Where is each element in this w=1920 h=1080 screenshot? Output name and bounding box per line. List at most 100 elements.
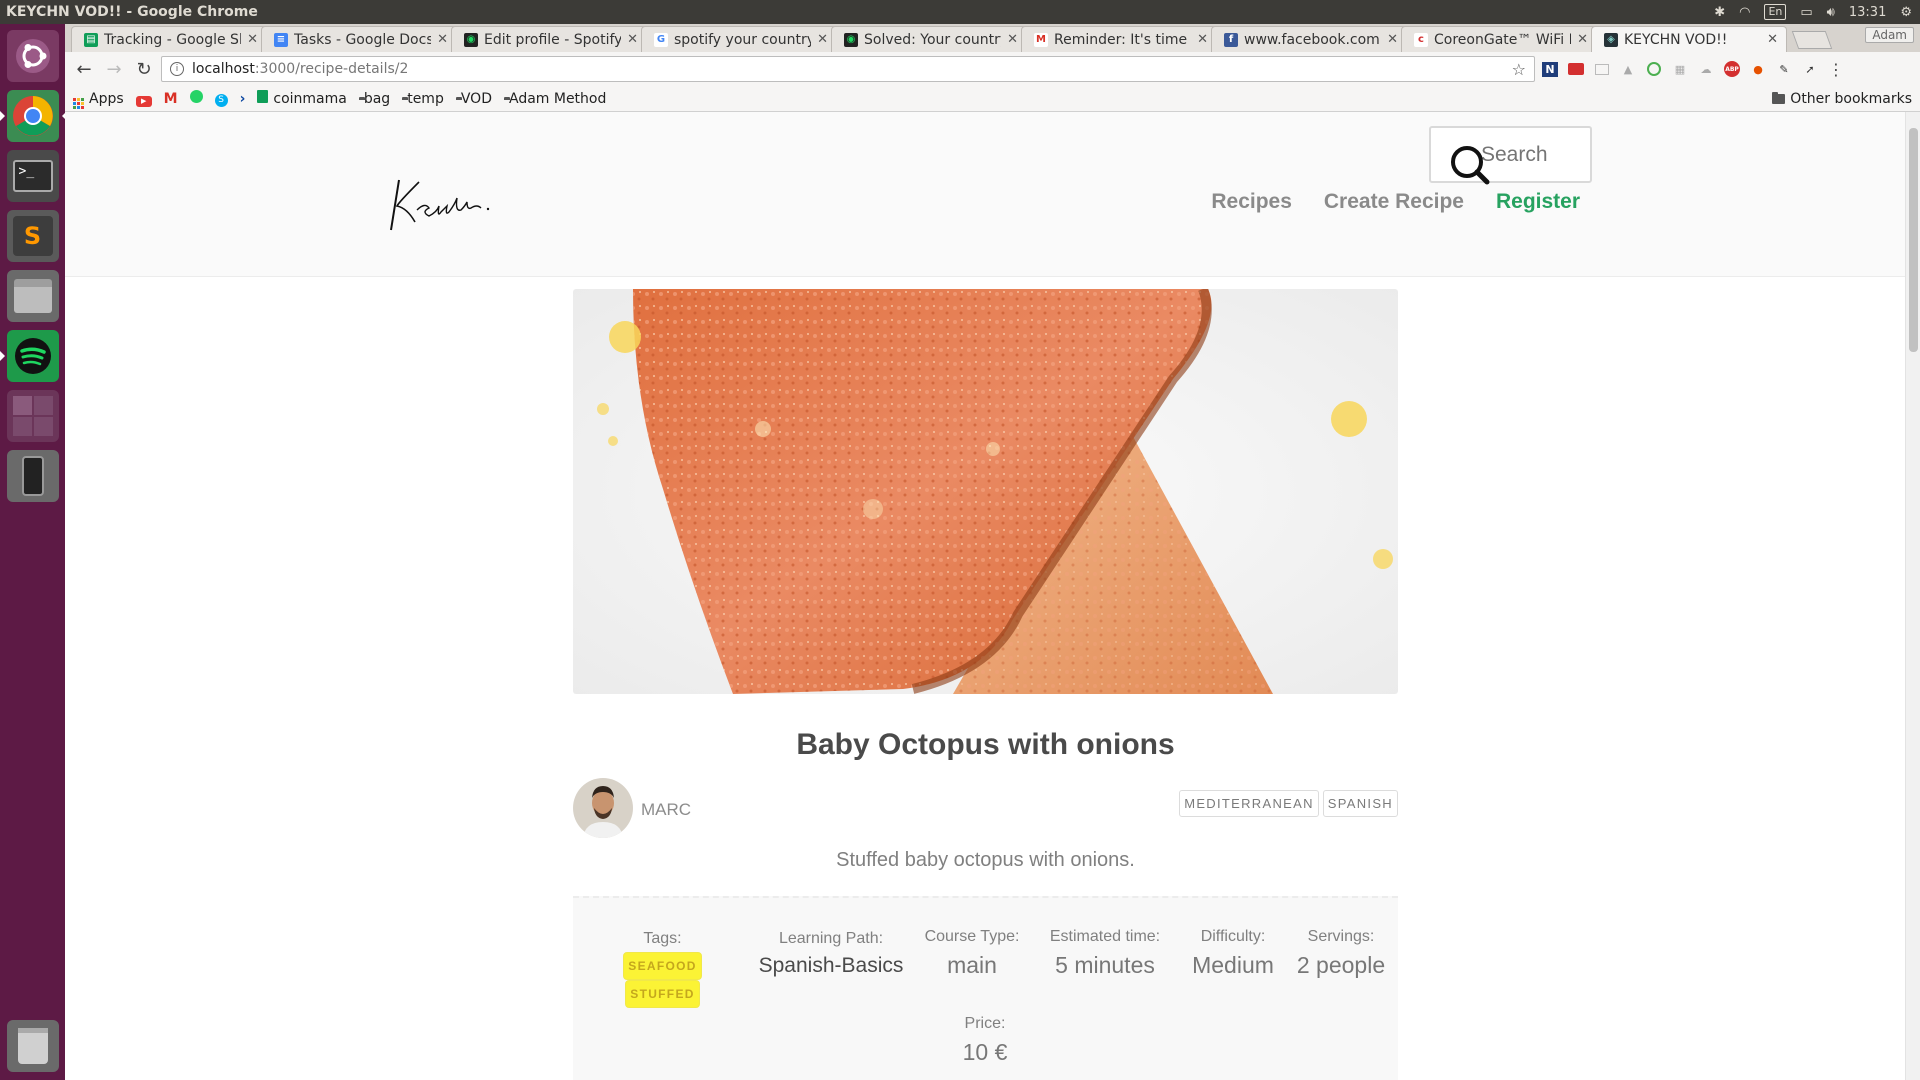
bookmark-label: Adam Method — [508, 90, 607, 107]
settings-gear-icon[interactable]: ⚙ — [1900, 5, 1912, 20]
bookmark-item[interactable]: bag — [359, 91, 390, 107]
browser-tab[interactable]: ≡ Tasks - Google Docs ✕ — [261, 26, 457, 52]
bookmark-star-icon[interactable]: ☆ — [1512, 60, 1526, 79]
bookmark-icon-item[interactable]: M — [164, 91, 178, 107]
extension-cast-icon[interactable] — [1591, 58, 1613, 80]
keychn-logo[interactable] — [385, 172, 495, 232]
bookmark-label: coinmama — [273, 90, 347, 107]
bookmark-item[interactable]: Adam Method — [504, 91, 606, 107]
browser-tab[interactable]: ◉ Edit profile - Spotify ✕ — [451, 26, 647, 52]
extension-green-circle-icon[interactable] — [1643, 58, 1665, 80]
browser-tab[interactable]: M Reminder: It's time t ✕ — [1021, 26, 1217, 52]
search-box[interactable] — [1429, 126, 1592, 186]
other-bookmarks[interactable]: Other bookmarks — [1772, 91, 1912, 107]
bookmarks-bar: Apps ▶ M S › coinmama bag temp VOD Adam Method Oth… — [65, 86, 1920, 112]
ubuntu-dash-icon[interactable] — [6, 30, 59, 82]
bluetooth-icon[interactable]: ✱ — [1714, 5, 1725, 20]
bookmark-item[interactable]: Apps — [73, 89, 124, 109]
back-arrow-icon[interactable]: ← — [71, 56, 97, 82]
nav-create-recipe-link[interactable]: Create Recipe — [1324, 190, 1464, 214]
tab-close-icon[interactable]: ✕ — [1197, 32, 1208, 47]
chrome-icon[interactable] — [0, 90, 67, 142]
bookmark-icon-item[interactable]: ▶ — [135, 91, 152, 107]
extension-pen-icon[interactable]: ✎ — [1773, 58, 1795, 80]
tab-close-icon[interactable]: ✕ — [1007, 32, 1018, 47]
tab-close-icon[interactable]: ✕ — [1577, 32, 1588, 47]
servings-value: 2 people — [1296, 952, 1386, 978]
browser-tab[interactable]: ◈ KEYCHN VOD!! ✕ — [1591, 26, 1787, 52]
phone-device-icon[interactable] — [6, 450, 59, 502]
nav-recipes-link[interactable]: Recipes — [1211, 190, 1292, 214]
extension-red-icon[interactable] — [1565, 58, 1587, 80]
bookmark-item[interactable]: VOD — [456, 91, 492, 107]
info-icon[interactable]: i — [170, 62, 184, 76]
volume-icon[interactable]: 🔊︎ — [1827, 5, 1835, 20]
battery-icon[interactable]: ▭ — [1800, 5, 1812, 20]
difficulty-label: Difficulty: — [1200, 928, 1266, 945]
facebook-icon: f — [1224, 32, 1238, 47]
author-name[interactable]: MARC — [641, 800, 691, 820]
search-icon[interactable] — [1449, 144, 1491, 186]
cuisine-badges: MEDITERRANEAN SPANISH — [1179, 790, 1398, 817]
new-tab-button[interactable] — [1791, 31, 1833, 49]
extension-tree-icon[interactable]: ▲ — [1617, 58, 1639, 80]
google-icon: G — [654, 32, 668, 47]
recipe-description: Stuffed baby octopus with onions. — [836, 849, 1135, 871]
folder-icon — [1772, 91, 1786, 104]
course-type-label: Course Type: — [924, 928, 1020, 945]
browser-window: ▤ Tracking - Google She ✕ ≡ Tasks - Google D… — [65, 24, 1920, 1080]
tab-title: KEYCHN VOD!! — [1624, 31, 1728, 48]
search-input[interactable] — [1481, 142, 1581, 167]
workspace-switcher-icon[interactable] — [6, 390, 59, 442]
clock[interactable]: 13:31 — [1849, 5, 1886, 20]
scrollbar-thumb[interactable] — [1909, 128, 1918, 352]
sublime-text-icon[interactable]: S — [6, 210, 59, 262]
tab-close-icon[interactable]: ✕ — [627, 32, 638, 47]
price-value: 10 € — [962, 1039, 1008, 1065]
extension-fox-icon[interactable]: ● — [1747, 58, 1769, 80]
recipe-info-panel: Tags: SEAFOODSTUFFED Learning Path: Span… — [573, 896, 1398, 1080]
tab-close-icon[interactable]: ✕ — [247, 32, 258, 47]
extension-rocket-icon[interactable]: ➚ — [1799, 58, 1821, 80]
bookmark-icon-item[interactable]: S — [214, 90, 228, 107]
trash-icon[interactable] — [6, 1020, 59, 1072]
browser-tab[interactable]: Gspotify your country ✕ — [641, 26, 837, 52]
bookmark-item[interactable]: temp — [402, 91, 444, 107]
extension-cloud-icon[interactable]: ☁ — [1695, 58, 1717, 80]
tab-close-icon[interactable]: ✕ — [437, 32, 448, 47]
reload-icon[interactable]: ↻ — [131, 56, 157, 82]
chrome-menu-icon[interactable]: ⋮ — [1825, 58, 1847, 80]
tag-chip[interactable]: SEAFOOD — [623, 952, 702, 980]
keychn-icon: ◈ — [1604, 32, 1618, 47]
adblock-icon[interactable]: ABP — [1721, 58, 1743, 80]
bookmark-icon-item[interactable]: › — [240, 91, 246, 107]
system-indicators: ✱ ◠ En ▭ 🔊︎ 13:31 ⚙ — [1714, 4, 1920, 20]
nav-register-link[interactable]: Register — [1496, 190, 1580, 214]
tab-close-icon[interactable]: ✕ — [1387, 32, 1398, 47]
browser-tab[interactable]: ▤ Tracking - Google She ✕ — [71, 26, 267, 52]
extension-grid-icon[interactable]: ▦ — [1669, 58, 1691, 80]
forward-arrow-icon[interactable]: → — [101, 56, 127, 82]
tab-title: Tasks - Google Docs — [294, 31, 432, 48]
browser-tab[interactable]: ◉ Solved: Your country ✕ — [831, 26, 1027, 52]
terminal-icon[interactable]: >_ — [6, 150, 59, 202]
author-avatar[interactable] — [573, 778, 633, 838]
tab-close-icon[interactable]: ✕ — [1767, 32, 1778, 47]
tag-chip[interactable]: STUFFED — [625, 980, 700, 1008]
browser-tab[interactable]: c CoreonGate™ WiFi L ✕ — [1401, 26, 1597, 52]
bookmark-item[interactable]: coinmama — [257, 90, 347, 107]
address-bar[interactable]: i localhost:3000/recipe-details/2 ☆ — [161, 56, 1535, 82]
bookmark-icon-item[interactable] — [189, 90, 203, 107]
files-icon[interactable] — [6, 270, 59, 322]
difficulty-value: Medium — [1192, 952, 1274, 978]
keyboard-layout-indicator[interactable]: En — [1764, 4, 1787, 20]
extension-n-icon[interactable]: N — [1539, 58, 1561, 80]
browser-tab[interactable]: f www.facebook.com ✕ — [1211, 26, 1407, 52]
browser-toolbar: ← → ↻ i localhost:3000/recipe-details/2 … — [65, 52, 1920, 86]
profile-button[interactable]: Adam — [1865, 27, 1914, 43]
tags-label: Tags: — [643, 930, 682, 947]
spotify-icon[interactable] — [0, 330, 59, 382]
tab-close-icon[interactable]: ✕ — [817, 32, 828, 47]
page-scrollbar[interactable] — [1905, 112, 1920, 1080]
wifi-icon[interactable]: ◠ — [1739, 5, 1750, 20]
